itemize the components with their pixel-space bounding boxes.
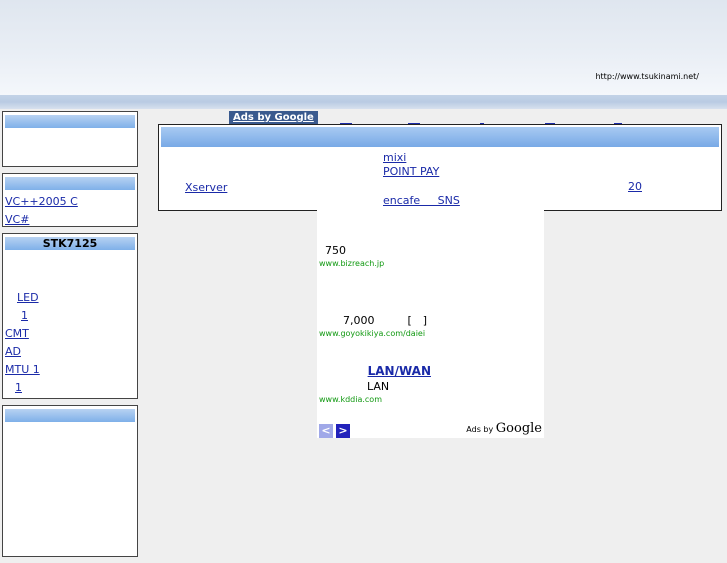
sidebar-box-4-title (5, 409, 135, 422)
ad-next-button[interactable]: > (336, 424, 350, 438)
ad-title[interactable] (319, 298, 385, 314)
link-table-header (161, 127, 719, 147)
sidebar-box-1-title (5, 115, 135, 128)
link-table-link-20[interactable]: 20 (620, 180, 642, 193)
ad-link[interactable] (480, 111, 484, 124)
ad-url[interactable]: www.goyokikiya.com/daiei (319, 328, 539, 340)
link-table-link-xserver[interactable]: Xserver (161, 181, 227, 194)
ad-text: 750 (325, 244, 346, 257)
sidebar-link[interactable] (5, 479, 19, 497)
ad-title[interactable]: LAN/WAN (319, 364, 431, 380)
sidebar-link[interactable] (5, 515, 19, 533)
sidebar-link[interactable] (5, 443, 19, 461)
link-table-link[interactable] (161, 195, 191, 208)
sidebar-link-1b[interactable]: 1 (5, 379, 135, 397)
header-band (0, 95, 727, 109)
sidebar-box-2-title (5, 177, 135, 190)
sidebar-link[interactable] (5, 271, 19, 289)
ads-by-google-label[interactable]: Ads by Google (466, 421, 542, 436)
ad-unit: 750 www.bizreach.jp (319, 228, 539, 270)
link-table-link-mixi[interactable]: mixi (383, 151, 406, 164)
ad-text: LAN (367, 380, 390, 393)
ad-link[interactable] (614, 111, 622, 124)
link-table-link[interactable] (161, 153, 185, 166)
sidebar-link[interactable] (5, 533, 19, 551)
site-url: http://www.tsukinami.net/ (595, 72, 699, 81)
ads-by-text: Ads by (466, 425, 494, 434)
sidebar-box-2: VC++2005 C VC# (2, 173, 138, 227)
sidebar-link-mtu[interactable]: MTU 1 (5, 361, 135, 379)
ad-links-bar: Ads by Google (158, 111, 652, 124)
link-table-link[interactable] (161, 167, 199, 180)
sidebar-link[interactable] (5, 461, 19, 479)
ad-url[interactable]: www.bizreach.jp (319, 258, 539, 270)
link-table-link[interactable] (383, 181, 413, 194)
sidebar-box-4 (2, 405, 138, 557)
google-logo-text: Google (495, 421, 542, 436)
sidebar-box-3-title: STK7125 (5, 237, 135, 250)
link-table-link-pointpay[interactable]: POINT PAY (383, 165, 439, 178)
ad-unit: 7,000 [ ] www.goyokikiya.com/daiei (319, 298, 539, 340)
google-ad-box: 750 www.bizreach.jp 7,000 [ ] www.goyoki… (317, 210, 544, 438)
sidebar-link-led[interactable]: LED (5, 289, 135, 307)
sidebar-link-vc2005[interactable]: VC++2005 C (5, 193, 135, 211)
link-table-link[interactable] (620, 167, 640, 180)
ads-by-google-link[interactable]: Ads by Google (229, 111, 318, 124)
sidebar-link[interactable] (5, 149, 19, 167)
site-header: http://www.tsukinami.net/ (0, 0, 727, 95)
sidebar-link[interactable] (5, 253, 19, 271)
sidebar-link-vcsharp[interactable]: VC# (5, 211, 135, 229)
sidebar-link[interactable] (5, 497, 19, 515)
ad-prev-button[interactable]: < (319, 424, 333, 438)
link-table-link-encafe[interactable]: encafe SNS (383, 194, 460, 207)
ad-link[interactable] (545, 111, 555, 124)
link-table-link[interactable] (620, 153, 640, 166)
sidebar: VC++2005 C VC# STK7125 LED 1 CMT AD MTU … (2, 111, 138, 563)
ad-unit: LAN/WAN LAN www.kddia.com (319, 364, 539, 406)
ad-text: 7,000 [ ] (343, 314, 428, 327)
ad-link[interactable] (340, 111, 352, 124)
sidebar-link-cmt[interactable]: CMT (5, 325, 135, 343)
sidebar-link-ad[interactable]: AD (5, 343, 135, 361)
ad-url[interactable]: www.kddia.com (319, 394, 539, 406)
sidebar-link-1[interactable]: 1 (5, 307, 135, 325)
ad-link[interactable] (408, 111, 420, 124)
ad-title[interactable] (319, 228, 397, 244)
sidebar-link[interactable] (5, 425, 19, 443)
link-table: Xserver mixi POINT PAY encafe SNS 20 (158, 124, 722, 211)
sidebar-box-stk7125: STK7125 LED 1 CMT AD MTU 1 1 (2, 233, 138, 399)
sidebar-box-1 (2, 111, 138, 167)
